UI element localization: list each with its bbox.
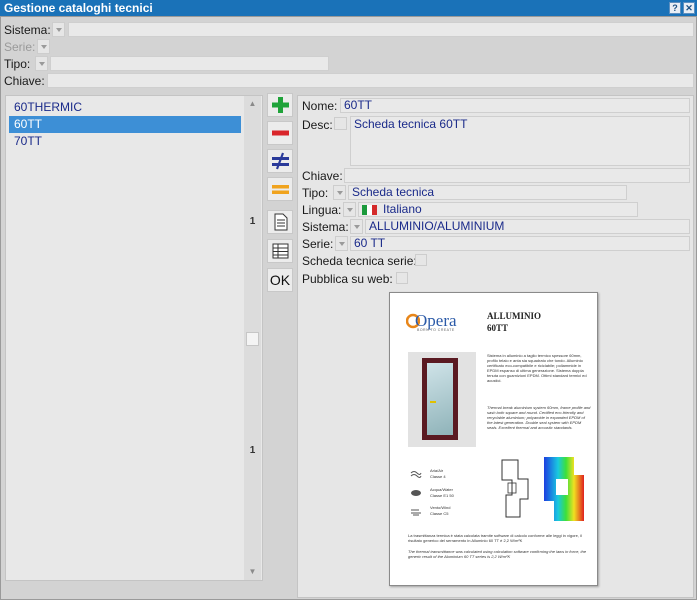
document-icon bbox=[274, 213, 288, 231]
tipo-label: Tipo: bbox=[302, 186, 329, 200]
nome-field[interactable]: 60TT bbox=[340, 98, 690, 113]
desc-flag-icon[interactable] bbox=[334, 117, 347, 130]
tipo-field[interactable]: Scheda tecnica bbox=[348, 185, 627, 200]
filter-chiave-field[interactable] bbox=[47, 73, 694, 88]
scroll-down-icon[interactable]: ▼ bbox=[244, 565, 261, 579]
window-photo bbox=[408, 352, 476, 447]
close-button[interactable]: ✕ bbox=[683, 2, 695, 14]
water-icon bbox=[411, 490, 421, 496]
desc-field[interactable]: Scheda tecnica 60TT bbox=[350, 116, 690, 166]
filter-sistema-dropdown[interactable] bbox=[52, 22, 65, 37]
perf-name: Aria/Air bbox=[430, 468, 444, 473]
serie-field[interactable]: 60 TT bbox=[350, 236, 690, 251]
sistema-dropdown[interactable] bbox=[350, 219, 363, 234]
lingua-field[interactable]: Italiano bbox=[358, 202, 638, 217]
window-title: Gestione cataloghi tecnici bbox=[4, 1, 153, 15]
window-titlebar: Gestione cataloghi tecnici bbox=[0, 0, 697, 16]
scroll-marker: 1 bbox=[249, 216, 256, 227]
help-button[interactable]: ? bbox=[669, 2, 681, 14]
list-item[interactable]: 70TT bbox=[9, 133, 241, 150]
sistema-field[interactable]: ALLUMINIO/ALUMINIUM bbox=[365, 219, 690, 234]
profile-section-drawing bbox=[501, 459, 529, 518]
serie-dropdown[interactable] bbox=[335, 236, 348, 251]
wind-icon bbox=[411, 509, 421, 516]
ok-button[interactable]: OK bbox=[267, 268, 293, 292]
list-item[interactable]: 60THERMIC bbox=[9, 99, 241, 116]
pubblica-label: Pubblica su web: bbox=[302, 272, 393, 286]
preview-footer-en: The thermal transmittance was calculated… bbox=[408, 549, 587, 559]
pubblica-checkbox[interactable] bbox=[396, 272, 408, 284]
lingua-value: Italiano bbox=[383, 202, 422, 216]
filter-sistema-field[interactable] bbox=[68, 22, 694, 37]
italy-flag-icon bbox=[362, 204, 377, 215]
scheda-serie-checkbox[interactable] bbox=[415, 254, 427, 266]
filter-tipo-dropdown[interactable] bbox=[35, 56, 48, 71]
filter-serie-dropdown bbox=[37, 39, 50, 54]
perf-class: Classe C5 bbox=[430, 511, 449, 516]
lingua-dropdown[interactable] bbox=[343, 202, 356, 217]
preview-title-2: 60TT bbox=[487, 323, 509, 333]
perf-class: Classe E1 50 bbox=[430, 493, 454, 498]
perf-name: Acqua/Water bbox=[430, 487, 453, 492]
nome-label: Nome: bbox=[302, 99, 338, 113]
preview-footer-it: La trasmittanza termica è stata calcolat… bbox=[408, 533, 582, 543]
desc-label: Desc: bbox=[302, 118, 333, 132]
list-item-selected[interactable]: 60TT bbox=[9, 116, 241, 133]
catalog-list[interactable]: 60THERMIC 60TT 70TT ▲ 1 1 ▼ bbox=[5, 95, 263, 581]
scroll-marker: 1 bbox=[249, 445, 256, 456]
perf-class: Classe 4 bbox=[430, 474, 446, 479]
chiave-field[interactable] bbox=[344, 168, 690, 183]
filter-chiave-label: Chiave: bbox=[4, 74, 45, 88]
list-scrollbar[interactable]: ▲ 1 1 ▼ bbox=[244, 96, 261, 580]
serie-label: Serie: bbox=[302, 237, 334, 251]
document-button[interactable] bbox=[267, 210, 293, 234]
filter-serie-label: Serie: bbox=[4, 40, 36, 54]
delete-button[interactable] bbox=[267, 121, 293, 145]
equal-button[interactable] bbox=[267, 177, 293, 201]
lingua-label: Lingua: bbox=[302, 203, 342, 217]
scroll-up-icon[interactable]: ▲ bbox=[244, 97, 261, 111]
scheda-serie-label: Scheda tecnica serie: bbox=[302, 254, 417, 268]
filter-tipo-field[interactable] bbox=[50, 56, 329, 71]
table-button[interactable] bbox=[267, 239, 293, 263]
preview-text-en: Thermal break aluminium system 60mm, fra… bbox=[487, 405, 591, 430]
thermal-map-drawing bbox=[544, 457, 584, 521]
air-icon bbox=[410, 471, 422, 478]
equal-icon bbox=[272, 185, 289, 194]
document-preview: Opera BORN TO CREATE ALLUMINIO 60TT Sist… bbox=[389, 292, 598, 586]
preview-title-1: ALLUMINIO bbox=[487, 311, 542, 321]
plus-icon bbox=[272, 97, 289, 113]
sistema-label: Sistema: bbox=[302, 220, 349, 234]
chiave-label: Chiave: bbox=[302, 169, 343, 183]
not-equal-icon bbox=[272, 152, 289, 170]
add-button[interactable] bbox=[267, 93, 293, 117]
preview-text-it: Sistema in alluminio a taglio termico sp… bbox=[487, 353, 587, 383]
filter-tipo-label: Tipo: bbox=[4, 57, 31, 71]
minus-icon bbox=[272, 130, 289, 136]
table-icon bbox=[272, 243, 289, 259]
brand-tagline: BORN TO CREATE bbox=[417, 328, 455, 332]
perf-name: Vento/Wind bbox=[430, 505, 451, 510]
tipo-dropdown[interactable] bbox=[333, 185, 346, 200]
not-equal-button[interactable] bbox=[267, 149, 293, 173]
filter-sistema-label: Sistema: bbox=[4, 23, 51, 37]
scroll-thumb[interactable] bbox=[246, 332, 259, 346]
